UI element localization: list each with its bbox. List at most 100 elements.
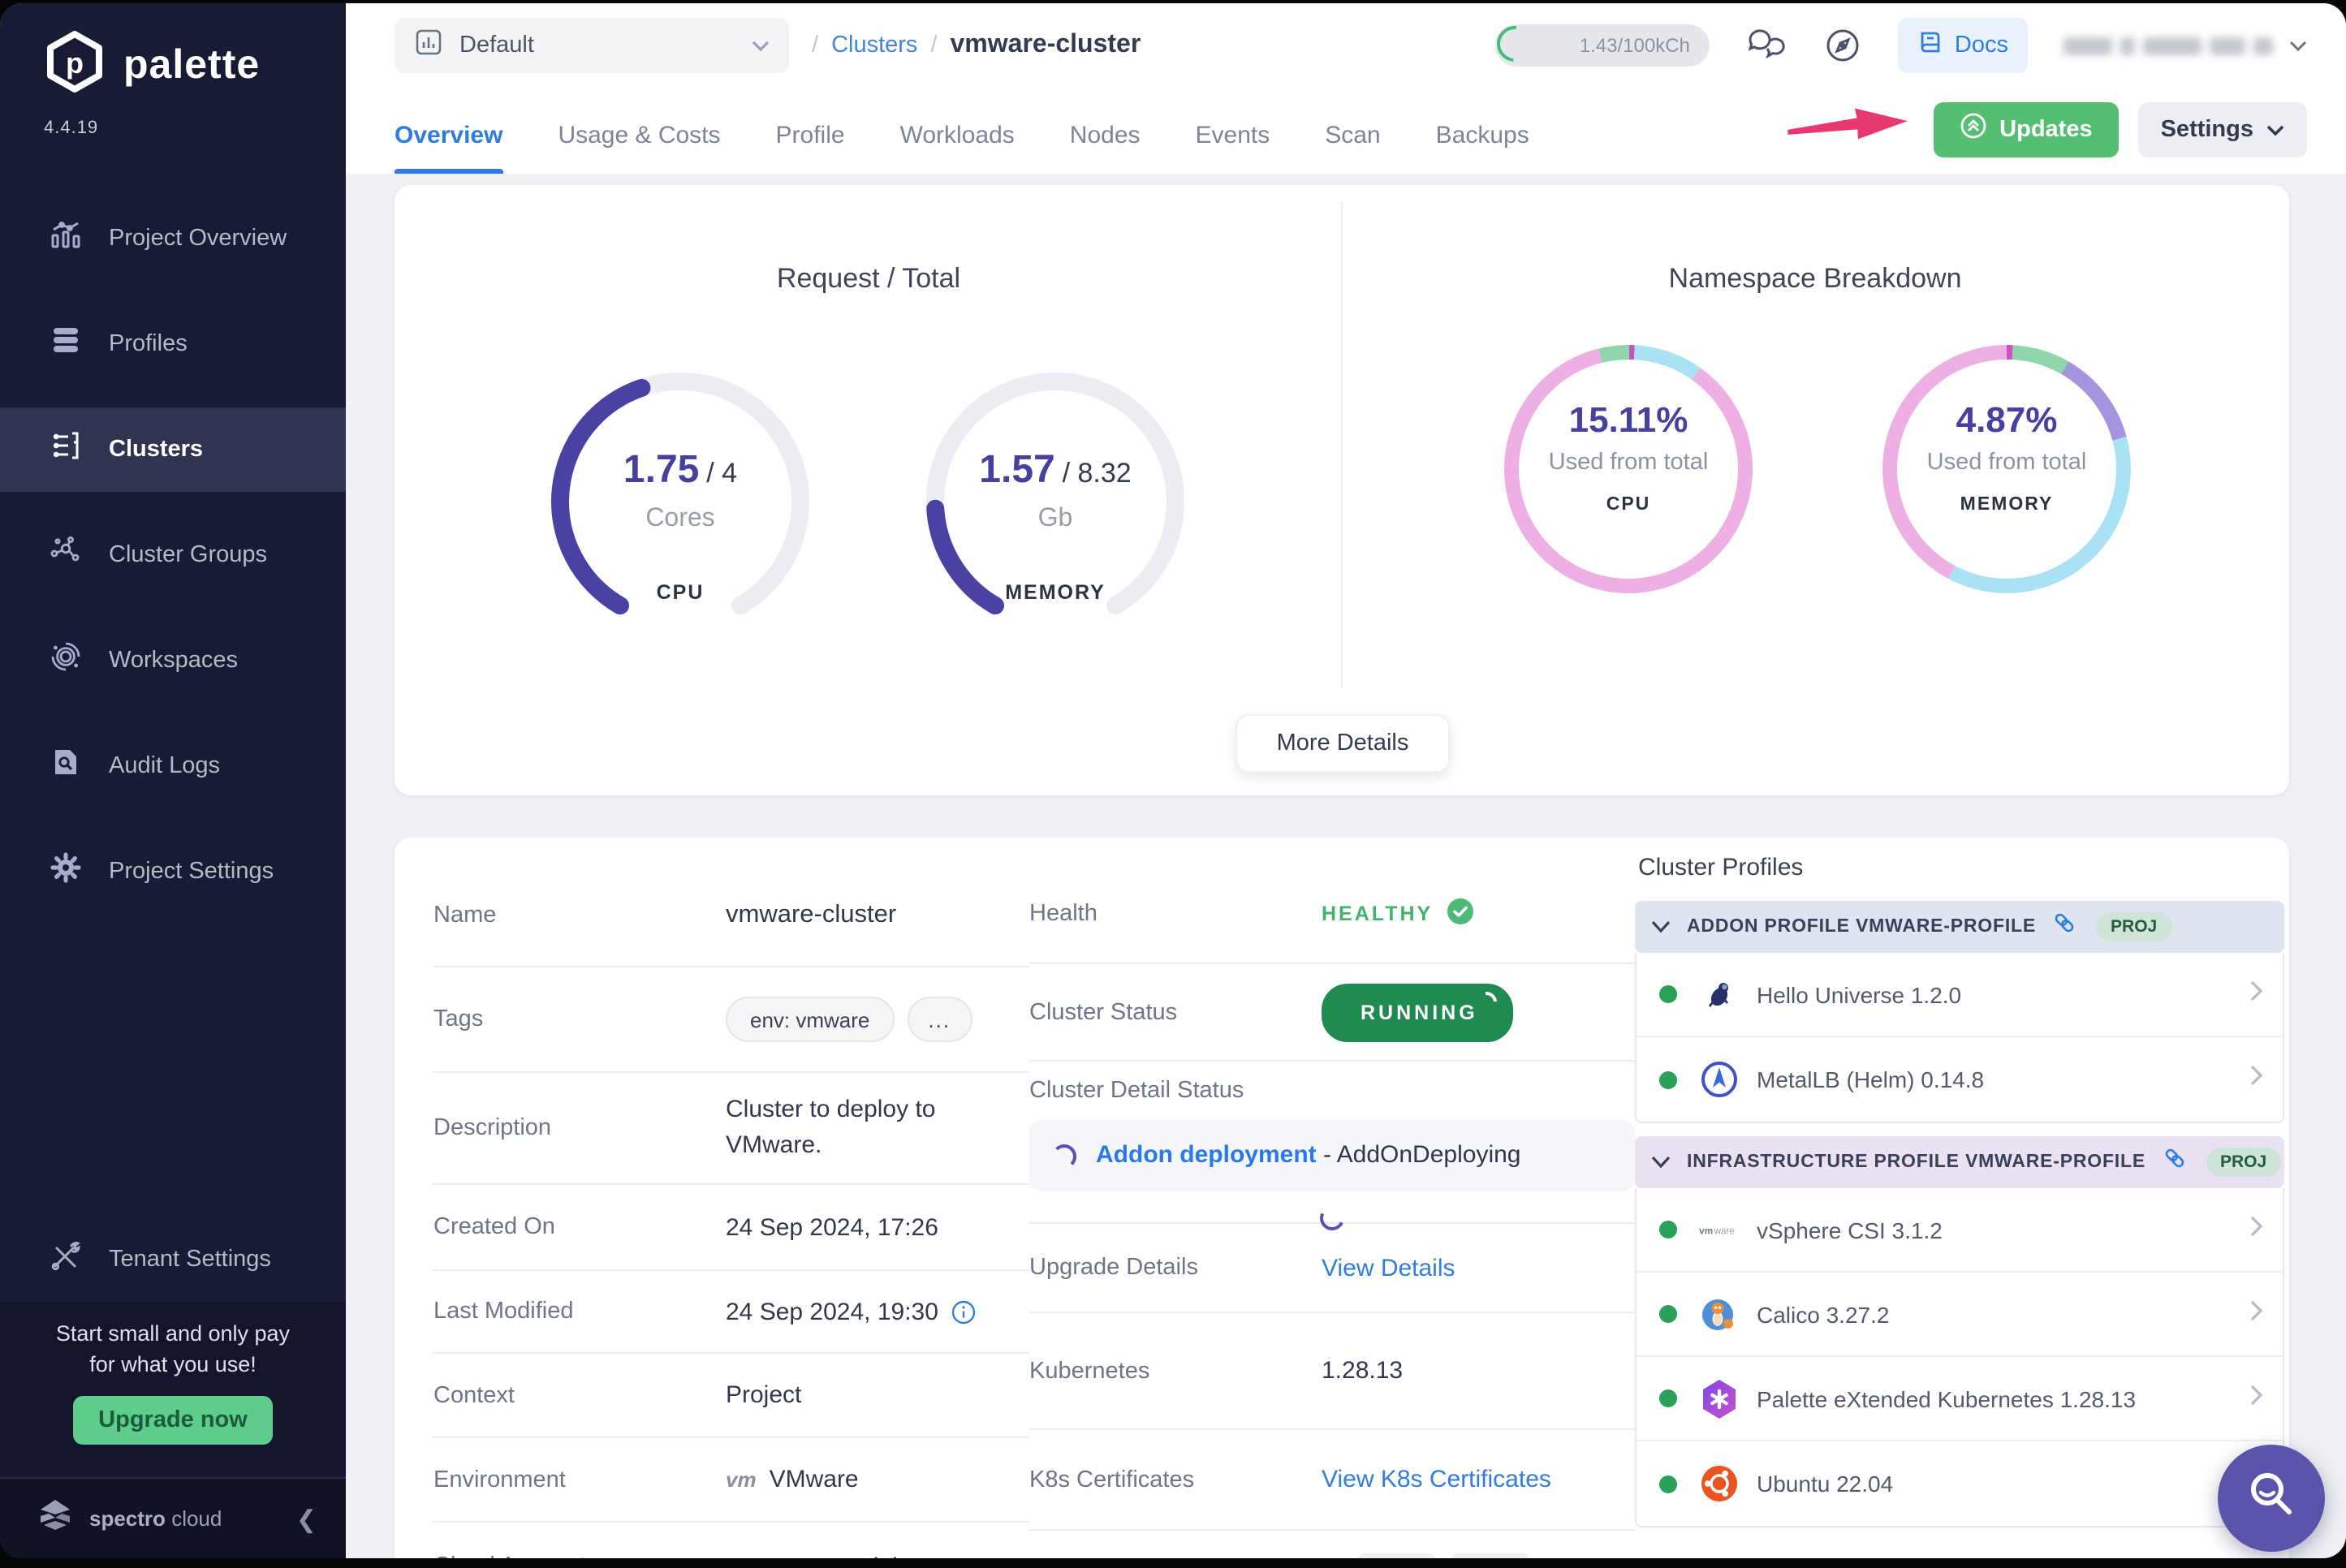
more-details-button[interactable]: More Details <box>1236 714 1450 773</box>
environment-label: Environment <box>433 1467 566 1493</box>
status-dot-green <box>1659 1305 1677 1323</box>
cluster-groups-icon <box>49 534 83 576</box>
profile-row-hello-universe[interactable]: Hello Universe 1.2.0 <box>1637 953 2283 1037</box>
chevron-down-icon <box>1651 1148 1671 1177</box>
upgrade-now-button[interactable]: Upgrade now <box>72 1396 274 1445</box>
app-version: 4.4.19 <box>44 118 99 138</box>
sidebar-item-project-settings[interactable]: Project Settings <box>0 829 346 914</box>
tab-overview[interactable]: Overview <box>395 97 502 174</box>
tab-backups[interactable]: Backups <box>1436 97 1529 174</box>
header-tabs-row: Overview Usage & Costs Profile Workloads… <box>346 88 2346 174</box>
sidebar-item-project-overview[interactable]: Project Overview <box>0 196 346 281</box>
health-status: HEALTHY <box>1322 897 1473 929</box>
updates-button[interactable]: Updates <box>1933 101 2119 157</box>
addon-profile-header[interactable]: ADDON PROFILE VMWARE-PROFILE PROJ <box>1635 901 2284 953</box>
search-help-fab[interactable] <box>2218 1445 2325 1552</box>
sidebar-item-workspaces[interactable]: Workspaces <box>0 618 346 703</box>
svg-text:vm: vm <box>1699 1226 1713 1236</box>
infrastructure-profile-header[interactable]: INFRASTRUCTURE PROFILE VMWARE-PROFILE PR… <box>1635 1136 2284 1188</box>
user-menu[interactable] <box>2064 31 2307 60</box>
workspaces-icon <box>49 640 83 682</box>
tab-profile[interactable]: Profile <box>776 97 845 174</box>
sidebar-collapse-chevron[interactable]: ❮ <box>296 1504 317 1533</box>
status-dot-green <box>1659 1475 1677 1493</box>
namespace-memory-donut-chart: 4.87% Used from total MEMORY <box>1872 334 2141 604</box>
sidebar-item-profiles[interactable]: Profiles <box>0 302 346 386</box>
tab-nodes[interactable]: Nodes <box>1070 97 1141 174</box>
sidebar-item-clusters[interactable]: Clusters <box>0 407 346 492</box>
kubernetes-version-value: 1.28.13 <box>1322 1357 1404 1385</box>
clusters-icon <box>49 429 83 471</box>
breadcrumb-clusters-link[interactable]: Clusters <box>831 32 917 58</box>
memory-gauge-label: MEMORY <box>1005 581 1106 604</box>
info-icon[interactable] <box>951 1299 976 1324</box>
gear-icon <box>49 851 83 893</box>
cluster-detail-status-box: Addon deployment - AddOnDeploying <box>1029 1120 1635 1191</box>
cpu-gauge-label: CPU <box>656 581 705 604</box>
chart-section-divider <box>1341 201 1343 688</box>
content-area: Request / Total Namespace Breakdown 1.75… <box>346 175 2346 1558</box>
k8s-certificates-label: K8s Certificates <box>1029 1467 1195 1493</box>
service-port-3000-link[interactable]: :3000 <box>1451 1553 1530 1558</box>
cloud-account-value: gateway-tutorial <box>726 1553 898 1558</box>
namespace-cpu-percent: 15.11% <box>1568 399 1688 440</box>
link-icon <box>2162 1146 2186 1178</box>
cluster-name-value: vmware-cluster <box>726 900 897 928</box>
health-value: HEALTHY <box>1322 902 1434 924</box>
spectro-cloud-logo-icon <box>36 1495 75 1542</box>
book-icon <box>1917 28 1943 62</box>
cluster-profiles-title: Cluster Profiles <box>1638 854 1804 881</box>
sidebar-item-audit-logs[interactable]: Audit Logs <box>0 724 346 808</box>
kubernetes-label: Kubernetes <box>1029 1358 1150 1384</box>
name-label: Name <box>433 902 497 928</box>
settings-label: Settings <box>2160 116 2253 142</box>
tag-env-vmware[interactable]: env: vmware <box>726 997 895 1042</box>
profile-item-name: Ubuntu 22.04 <box>1757 1471 1894 1497</box>
palette-app-window: p palette 4.4.19 Project Overview Profil… <box>0 3 2346 1558</box>
sidebar: p palette 4.4.19 Project Overview Profil… <box>0 3 346 1558</box>
cluster-profiles-panel: Cluster Profiles ADDON PROFILE VMWARE-PR… <box>1635 838 2284 1527</box>
project-selector-dropdown[interactable]: Default <box>395 18 789 73</box>
sidebar-item-label: Profiles <box>109 331 188 357</box>
chevron-down-icon <box>2266 116 2284 142</box>
vmware-icon: vm ware <box>1698 1218 1740 1241</box>
addon-deployment-link[interactable]: Addon deployment <box>1096 1141 1317 1169</box>
promo-text-line1: Start small and only pay <box>55 1321 291 1346</box>
tab-events[interactable]: Events <box>1196 97 1270 174</box>
chevron-down-icon <box>752 31 770 60</box>
context-label: Context <box>433 1382 515 1408</box>
detail-row-upgrade-details: Upgrade Details View Details <box>1029 1224 1635 1313</box>
tab-workloads[interactable]: Workloads <box>900 97 1015 174</box>
explore-compass-icon[interactable] <box>1823 26 1862 65</box>
cpu-unit: Cores <box>645 505 715 532</box>
view-k8s-certificates-link[interactable]: View K8s Certificates <box>1322 1466 1551 1493</box>
profile-row-calico[interactable]: Calico 3.27.2 <box>1637 1273 2283 1357</box>
profile-row-vsphere-csi[interactable]: vm ware vSphere CSI 3.1.2 <box>1637 1188 2283 1273</box>
sidebar-item-label: Project Overview <box>109 226 287 252</box>
tags-more-pill[interactable]: ... <box>907 997 972 1042</box>
cloud-account-label: Cloud Account <box>433 1553 726 1558</box>
feedback-chat-icon[interactable] <box>1745 26 1788 65</box>
infrastructure-profile-name: INFRASTRUCTURE PROFILE VMWARE-PROFILE <box>1687 1152 2145 1172</box>
sidebar-item-cluster-groups[interactable]: Cluster Groups <box>0 513 346 597</box>
view-details-link[interactable]: View Details <box>1322 1254 1455 1282</box>
detail-row-created-on: Created On 24 Sep 2024, 17:26 <box>433 1185 1029 1271</box>
detail-row-k8s-certificates: K8s Certificates View K8s Certificates <box>1029 1430 1635 1531</box>
tab-usage-costs[interactable]: Usage & Costs <box>558 97 720 174</box>
profile-row-palette-extended-kubernetes[interactable]: Palette eXtended Kubernetes 1.28.13 <box>1637 1357 2283 1441</box>
service-port-8080-link[interactable]: :8080 <box>1356 1553 1435 1558</box>
cpu-request-value: 1.75 <box>623 448 700 492</box>
chevron-right-icon <box>2250 1299 2263 1329</box>
sidebar-item-tenant-settings[interactable]: Tenant Settings <box>0 1217 346 1302</box>
settings-button[interactable]: Settings <box>2137 101 2307 157</box>
running-status-badge: RUNNING <box>1322 983 1514 1041</box>
detail-row-cluster-status: Cluster Status RUNNING <box>1029 964 1635 1062</box>
profile-row-metallb[interactable]: MetalLB (Helm) 0.14.8 <box>1637 1037 2283 1122</box>
tab-scan[interactable]: Scan <box>1325 97 1380 174</box>
detail-row-tags: Tags env: vmware... <box>433 967 1029 1073</box>
environment-value: VMware <box>769 1466 859 1493</box>
docs-button[interactable]: Docs <box>1897 18 2028 73</box>
profile-row-ubuntu[interactable]: Ubuntu 22.04 <box>1637 1441 2283 1526</box>
proj-scope-badge: PROJ <box>2206 1148 2282 1177</box>
svg-text:ware: ware <box>1714 1226 1735 1236</box>
